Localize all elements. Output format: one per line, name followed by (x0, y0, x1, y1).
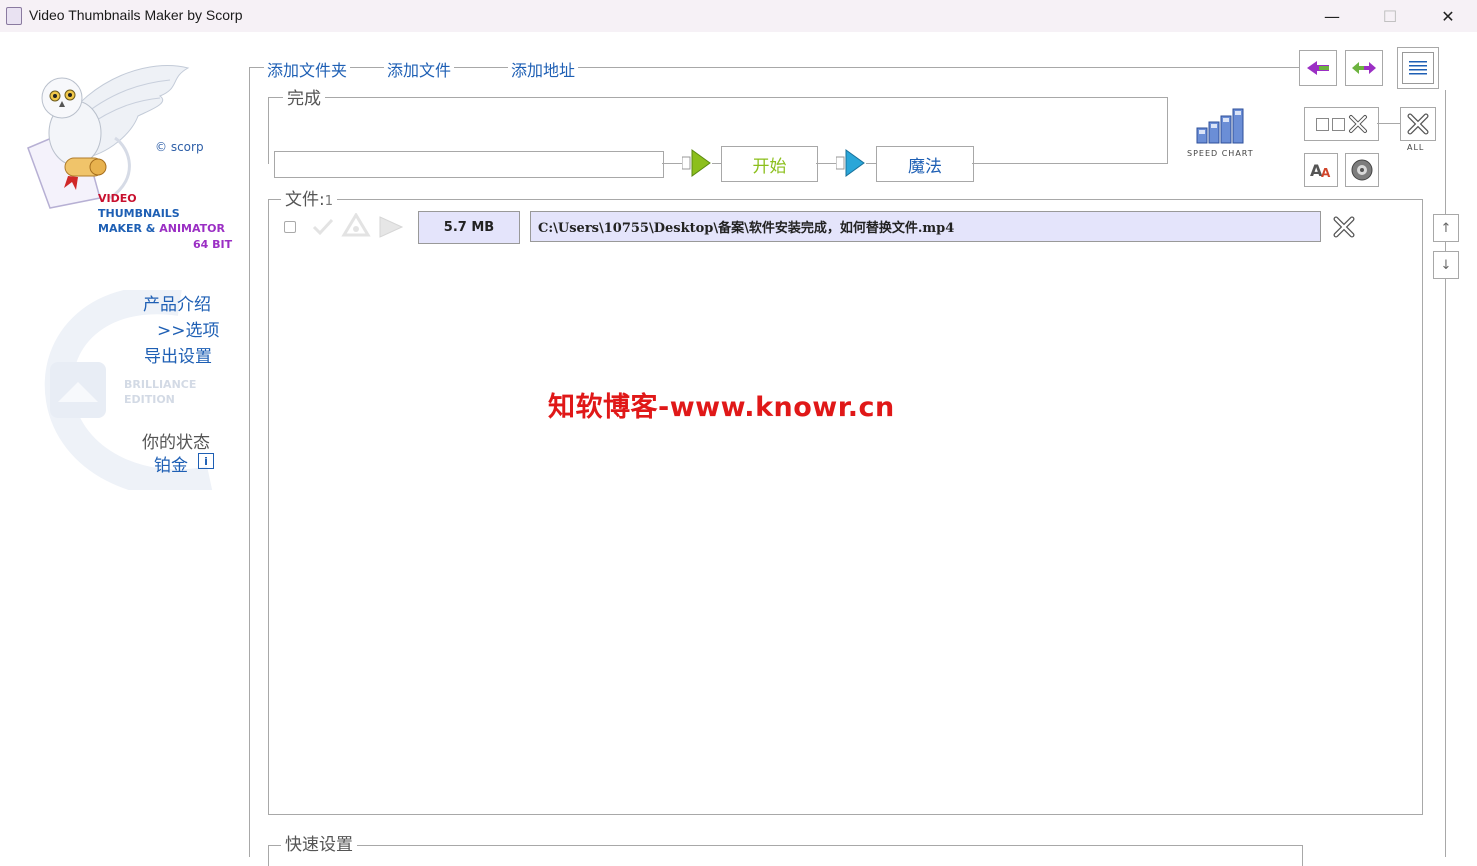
logo-line-thumbnails: THUMBNAILS (98, 207, 180, 220)
file-count: 1 (324, 194, 334, 209)
minimize-button[interactable]: — (1309, 0, 1355, 32)
remove-file-button[interactable] (1333, 216, 1355, 238)
arrow-up-icon: ↑ (1440, 220, 1452, 236)
add-folder-link[interactable]: 添加文件夹 (264, 57, 351, 81)
progress-legend: 完成 (283, 84, 325, 109)
status-value[interactable]: 铂金 (154, 451, 188, 476)
play-blue-icon (835, 149, 865, 177)
font-icon: A A (1310, 161, 1331, 180)
file-list-panel[interactable] (268, 199, 1423, 815)
connector-line-5 (972, 163, 1167, 164)
play-faded-icon (379, 216, 404, 238)
minimize-icon: — (1324, 6, 1340, 26)
disc-settings-button[interactable] (1345, 153, 1379, 187)
app-icon (6, 7, 22, 25)
connector-line-6 (1377, 123, 1400, 124)
remove-all-icon (1407, 113, 1429, 135)
file-list-legend: 文件:1 (281, 185, 338, 210)
arrow-left-icon (1307, 61, 1329, 75)
file-row-status-icons (310, 212, 406, 241)
info-icon-glyph: i (204, 454, 208, 468)
edition-label: BRILLIANCE EDITION (124, 377, 196, 407)
selection-toggle-box[interactable] (1304, 107, 1379, 141)
quick-settings-frame (268, 845, 1303, 866)
move-up-button[interactable]: ↑ (1433, 214, 1459, 242)
speed-chart-button[interactable] (1194, 106, 1256, 146)
list-icon (1409, 61, 1427, 75)
remove-all-button[interactable] (1400, 107, 1436, 141)
maximize-button: ☐ (1367, 0, 1413, 32)
magic-play-control[interactable] (835, 147, 866, 179)
copyright-text: © scorp (155, 140, 204, 154)
file-path[interactable]: C:\Users\10755\Desktop\备案\软件安装完成，如何替换文件.… (530, 211, 1321, 242)
swap-arrows-icon (1352, 62, 1376, 74)
close-window-button[interactable]: ✕ (1425, 0, 1471, 32)
arrow-down-icon: ↓ (1440, 257, 1452, 273)
all-label: ALL (1407, 143, 1425, 152)
connector-line-3 (816, 163, 836, 164)
logo-line-maker: MAKER & ANIMATOR (98, 222, 225, 235)
font-settings-button[interactable]: A A (1304, 153, 1338, 187)
progress-bar (274, 151, 664, 178)
start-play-control[interactable] (681, 147, 712, 179)
logo-line-video: VIDEO (98, 192, 137, 205)
main-frame-right (1445, 90, 1446, 857)
logo-maker-text: MAKER & (98, 222, 160, 235)
connector-line-4 (866, 163, 876, 164)
move-down-button[interactable]: ↓ (1433, 251, 1459, 279)
speed-chart-label: SPEED CHART (1187, 149, 1254, 158)
move-left-button[interactable] (1299, 50, 1337, 86)
info-icon[interactable]: i (198, 453, 214, 469)
logo-animator-text: ANIMATOR (159, 222, 225, 235)
sidebar-item-options[interactable]: >>选项 (157, 316, 220, 341)
list-view-frame (1402, 52, 1434, 84)
close-icon: ✕ (1441, 6, 1455, 26)
checkbox-empty-icon-2[interactable] (1331, 117, 1345, 131)
main-frame-left (249, 67, 250, 857)
file-list-legend-text: 文件: (285, 190, 325, 210)
play-green-icon (681, 149, 711, 177)
list-view-button[interactable] (1397, 47, 1439, 89)
speed-chart-icon (1196, 108, 1244, 144)
swap-button[interactable] (1345, 50, 1383, 86)
svg-text:A: A (1321, 166, 1331, 180)
remove-file-icon (1333, 216, 1355, 238)
sidebar-item-export-settings[interactable]: 导出设置 (144, 342, 212, 367)
file-row-checkbox[interactable] (284, 221, 296, 233)
maximize-icon: ☐ (1382, 6, 1398, 26)
window-title: Video Thumbnails Maker by Scorp (29, 7, 243, 23)
add-url-link[interactable]: 添加地址 (508, 57, 579, 81)
watermark-text: 知软博客-www.knowr.cn (548, 392, 895, 423)
check-icon (312, 218, 334, 236)
disc-icon (1351, 159, 1373, 181)
edition-line-2: EDITION (124, 393, 175, 406)
sidebar-item-about[interactable]: 产品介绍 (143, 290, 211, 315)
magic-button[interactable]: 魔法 (876, 146, 974, 182)
add-file-link[interactable]: 添加文件 (384, 57, 455, 81)
connector-line-1 (662, 163, 682, 164)
remove-selected-icon[interactable] (1348, 114, 1368, 134)
edition-line-1: BRILLIANCE (124, 378, 197, 391)
status-label: 你的状态 (142, 433, 210, 453)
quick-settings-legend: 快速设置 (281, 830, 357, 855)
file-size-badge: 5.7 MB (418, 211, 520, 244)
connector-line-2 (712, 163, 721, 164)
checkbox-empty-icon[interactable] (1315, 117, 1329, 131)
start-button[interactable]: 开始 (721, 146, 818, 182)
logo-line-bitness: 64 BIT (193, 238, 233, 251)
